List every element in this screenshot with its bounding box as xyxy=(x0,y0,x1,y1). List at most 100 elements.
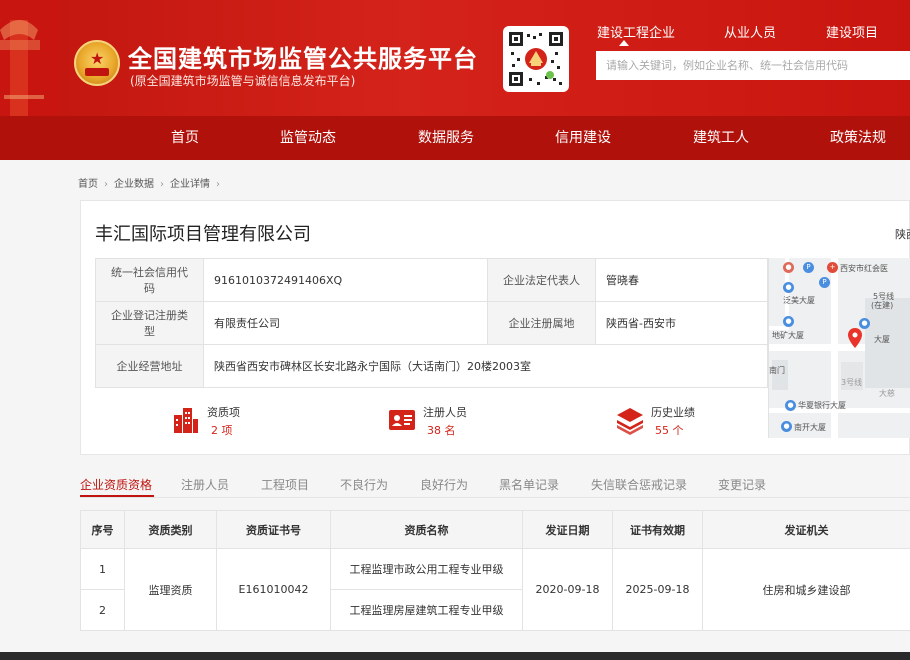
nav-construction-workers[interactable]: 建筑工人 xyxy=(693,116,749,160)
tab-bad-behavior[interactable]: 不良行为 xyxy=(340,476,388,493)
map-label: 南开大厦 xyxy=(794,423,826,432)
credit-code-value: 9161010372491406XQ xyxy=(203,258,488,302)
tab-blacklist[interactable]: 黑名单记录 xyxy=(499,476,559,493)
emblem-base xyxy=(85,68,109,76)
company-info-card: 丰汇国际项目管理有限公司 陕西 统一社会信用代码 916101037249140… xyxy=(80,200,910,455)
nav-policies-regulations[interactable]: 政策法规 xyxy=(830,116,886,160)
main-nav: 首页 监管动态 数据服务 信用建设 建筑工人 政策法规 xyxy=(0,116,910,160)
national-emblem-logo: ★ xyxy=(74,40,120,86)
poi-marker-icon[interactable]: ● xyxy=(783,262,794,273)
map-label: 西安市红会医 xyxy=(840,264,888,273)
chevron-right-icon: › xyxy=(160,179,164,190)
company-name: 丰汇国际项目管理有限公司 xyxy=(95,224,311,245)
qualification-table: 序号 资质类别 资质证书号 资质名称 发证日期 证书有效期 发证机关 1 监理资… xyxy=(80,510,910,631)
cell-category: 监理资质 xyxy=(124,548,217,631)
tab-qualifications[interactable]: 企业资质资格 xyxy=(80,476,152,493)
poi-marker-icon[interactable]: P xyxy=(803,262,814,273)
breadcrumb-enterprise-details: 企业详情 xyxy=(170,179,210,190)
nav-credit-building[interactable]: 信用建设 xyxy=(555,116,611,160)
tab-good-behavior[interactable]: 良好行为 xyxy=(420,476,468,493)
detail-tabs: 企业资质资格 注册人员 工程项目 不良行为 良好行为 黑名单记录 失信联合惩戒记… xyxy=(80,473,910,498)
tab-engineering-projects[interactable]: 工程项目 xyxy=(261,476,309,493)
location-pin-icon xyxy=(848,328,862,348)
cell-valid-until: 2025-09-18 xyxy=(612,548,703,631)
col-header-issue-date: 发证日期 xyxy=(522,510,613,549)
cell-qual-name: 工程监理市政公用工程专业甲级 xyxy=(330,548,523,590)
company-region-tag: 陕西 xyxy=(895,228,910,241)
top-links: 建设工程企业 从业人员 建设项目 xyxy=(592,22,910,46)
address-value: 陕西省西安市碑林区长安北路永宁国际（大话南门）20楼2003室 xyxy=(203,344,768,388)
location-value: 陕西省-西安市 xyxy=(595,301,768,345)
star-icon: ★ xyxy=(90,49,105,68)
tab-change-records[interactable]: 变更记录 xyxy=(718,476,766,493)
nav-data-services[interactable]: 数据服务 xyxy=(418,116,474,160)
info-row: 企业登记注册类型 有限责任公司 企业注册属地 陕西省-西安市 xyxy=(95,301,768,345)
site-header: ★ 全国建筑市场监管公共服务平台 (原全国建筑市场监管与诚信信息发布平台) 建设… xyxy=(0,0,910,160)
stat-label: 历史业绩 xyxy=(651,406,695,419)
location-map[interactable]: ● P + 西安市红会医 P ● 泛美大厦 5号线 (在建) ● 地矿大厦 ● … xyxy=(768,258,910,438)
poi-marker-icon[interactable]: ● xyxy=(783,316,794,327)
tab-registered-personnel[interactable]: 注册人员 xyxy=(181,476,229,493)
buildings-icon xyxy=(174,408,198,433)
cell-cert-no: E161010042 xyxy=(216,548,331,631)
nav-supervision-news[interactable]: 监管动态 xyxy=(280,116,336,160)
legal-rep-value: 管晓春 xyxy=(595,258,768,302)
col-header-valid-until: 证书有效期 xyxy=(612,510,703,549)
table-header-row: 序号 资质类别 资质证书号 资质名称 发证日期 证书有效期 发证机关 xyxy=(80,510,910,549)
stat-value: 2 项 xyxy=(211,424,233,437)
site-subtitle: (原全国建筑市场监管与诚信信息发布平台) xyxy=(130,74,356,88)
col-header-cert-no: 资质证书号 xyxy=(216,510,331,549)
col-header-authority: 发证机关 xyxy=(702,510,910,549)
map-label: 3号线 xyxy=(841,378,863,387)
breadcrumb: 首页 › 企业数据 › 企业详情 › xyxy=(78,175,226,190)
tab-joint-punishment[interactable]: 失信联合惩戒记录 xyxy=(591,476,687,493)
address-label: 企业经营地址 xyxy=(95,344,204,388)
qr-code-icon xyxy=(507,30,565,88)
poi-marker-icon[interactable]: + xyxy=(827,262,838,273)
top-link-projects[interactable]: 建设项目 xyxy=(826,22,878,41)
map-label: 华夏银行大厦 xyxy=(798,401,846,410)
footer-bar xyxy=(0,652,910,660)
cell-qual-name: 工程监理房屋建筑工程专业甲级 xyxy=(330,589,523,631)
reg-type-value: 有限责任公司 xyxy=(203,301,488,345)
nav-home[interactable]: 首页 xyxy=(171,116,199,160)
cell-no: 1 xyxy=(80,548,125,590)
top-link-personnel[interactable]: 从业人员 xyxy=(724,22,776,41)
map-label: (在建) xyxy=(871,301,894,310)
poi-marker-icon[interactable]: ● xyxy=(783,282,794,293)
stat-label: 注册人员 xyxy=(423,406,467,419)
cell-no: 2 xyxy=(80,589,125,631)
credit-code-label: 统一社会信用代码 xyxy=(95,258,204,302)
qr-code-image xyxy=(503,26,569,92)
stat-value: 38 名 xyxy=(427,424,456,437)
active-tab-indicator xyxy=(80,495,154,497)
location-label: 企业注册属地 xyxy=(487,301,596,345)
site-title: 全国建筑市场监管公共服务平台 xyxy=(128,45,478,73)
col-header-category: 资质类别 xyxy=(124,510,217,549)
search-input[interactable] xyxy=(596,51,910,80)
cell-issue-date: 2020-09-18 xyxy=(522,548,613,631)
table-row: 1 监理资质 E161010042 工程监理市政公用工程专业甲级 2020-09… xyxy=(80,548,910,631)
top-link-enterprise[interactable]: 建设工程企业 xyxy=(597,22,675,46)
legal-rep-label: 企业法定代表人 xyxy=(487,258,596,302)
poi-marker-icon[interactable]: ● xyxy=(781,421,792,432)
map-label: 大厦 xyxy=(874,335,890,344)
breadcrumb-home[interactable]: 首页 xyxy=(78,175,98,190)
poi-marker-icon[interactable]: P xyxy=(819,277,830,288)
reg-type-label: 企业登记注册类型 xyxy=(95,301,204,345)
chevron-right-icon: › xyxy=(216,179,220,190)
breadcrumb-enterprise-data[interactable]: 企业数据 xyxy=(114,175,154,190)
col-header-no: 序号 xyxy=(80,510,125,549)
chevron-right-icon: › xyxy=(104,179,108,190)
poi-marker-icon[interactable]: ● xyxy=(785,400,796,411)
map-label: 大慈 xyxy=(879,389,895,398)
cell-authority: 住房和城乡建设部 xyxy=(702,548,910,631)
info-row: 企业经营地址 陕西省西安市碑林区长安北路永宁国际（大话南门）20楼2003室 xyxy=(95,344,768,388)
stat-value: 55 个 xyxy=(655,424,684,437)
map-label: 泛美大厦 xyxy=(783,296,815,305)
map-label: 地矿大厦 xyxy=(772,331,804,340)
col-header-qual-name: 资质名称 xyxy=(330,510,523,549)
layers-icon xyxy=(617,408,643,435)
company-info-table: 统一社会信用代码 9161010372491406XQ 企业法定代表人 管晓春 … xyxy=(95,258,768,388)
info-row: 统一社会信用代码 9161010372491406XQ 企业法定代表人 管晓春 xyxy=(95,258,768,302)
